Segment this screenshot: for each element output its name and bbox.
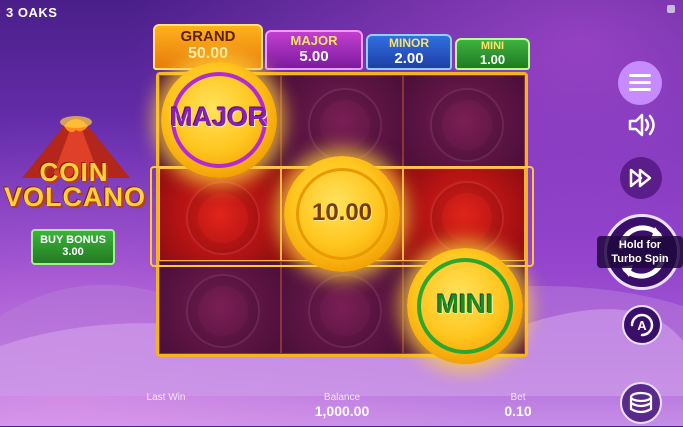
jackpot-major-name: MAJOR [290, 33, 338, 48]
balance-value: 1,000.00 [314, 403, 370, 419]
mini-coin-label: MINI [436, 289, 494, 319]
hamburger-icon [629, 88, 651, 91]
major-coin: MAJOR [161, 62, 277, 178]
fast-forward-button[interactable] [620, 157, 662, 199]
mini-coin: MINI [407, 248, 523, 364]
cell-ornament [308, 88, 382, 162]
value-coin: 10.00 [284, 156, 400, 272]
fast-forward-icon [629, 168, 652, 188]
hamburger-icon [629, 74, 651, 77]
brand-name: 3 OAKS [6, 5, 58, 20]
turbo-spin-hint: Hold for Turbo Spin [597, 236, 683, 268]
major-coin-label: MAJOR [170, 102, 268, 132]
reel-cell [159, 168, 281, 261]
jackpot-mini-name: MINI [480, 40, 505, 52]
last-win-stat: Last Win [140, 392, 192, 403]
jackpot-major-value: 5.00 [299, 48, 329, 65]
close-icon[interactable] [667, 5, 675, 13]
cell-ornament [430, 181, 504, 255]
cell-ornament [308, 274, 382, 348]
jackpot-minor-name: MINOR [389, 36, 429, 50]
bet-label: Bet [510, 392, 526, 403]
buy-bonus-button[interactable]: BUY BONUS 3.00 [31, 229, 115, 265]
turbo-hint-line2: Turbo Spin [611, 253, 669, 265]
jackpot-mini-value: 1.00 [479, 52, 506, 67]
logo-line1: COIN [39, 157, 109, 187]
sound-button[interactable] [622, 105, 662, 145]
cell-ornament [186, 274, 260, 348]
logo-line2: VOLCANO [4, 182, 146, 212]
autoplay-button[interactable]: A [622, 305, 662, 345]
balance-label: Balance [323, 392, 361, 403]
speaker-icon [628, 113, 655, 137]
jackpot-minor: MINOR 2.00 [366, 34, 452, 70]
reel-cell [281, 75, 403, 168]
reel-cell [403, 75, 525, 168]
last-win-label: Last Win [146, 392, 186, 403]
autoplay-icon: A [630, 313, 654, 337]
autoplay-letter: A [637, 318, 647, 333]
turbo-hint-line1: Hold for [618, 239, 662, 251]
reel-cell [159, 261, 281, 354]
cell-ornament [430, 88, 504, 162]
jackpot-grand-value: 50.00 [187, 45, 229, 62]
buy-bonus-price: 3.00 [62, 246, 84, 258]
jackpot-major: MAJOR 5.00 [265, 30, 363, 70]
balance-stat: Balance 1,000.00 [300, 392, 384, 419]
jackpot-mini: MINI 1.00 [455, 38, 530, 70]
menu-button[interactable] [618, 61, 662, 105]
cell-ornament [186, 181, 260, 255]
jackpot-minor-value: 2.00 [394, 50, 424, 67]
value-coin-label: 10.00 [311, 199, 373, 226]
bet-stat: Bet 0.10 [494, 392, 542, 419]
reel-cell [281, 261, 403, 354]
bottom-bar: Last Win Balance 1,000.00 Bet 0.10 [0, 388, 683, 426]
buy-bonus-label: BUY BONUS [40, 234, 106, 246]
bet-value: 0.10 [504, 403, 532, 419]
game-logo: COIN VOLCANO [4, 157, 146, 212]
hamburger-icon [629, 81, 651, 84]
jackpot-grand-name: GRAND [180, 28, 236, 45]
